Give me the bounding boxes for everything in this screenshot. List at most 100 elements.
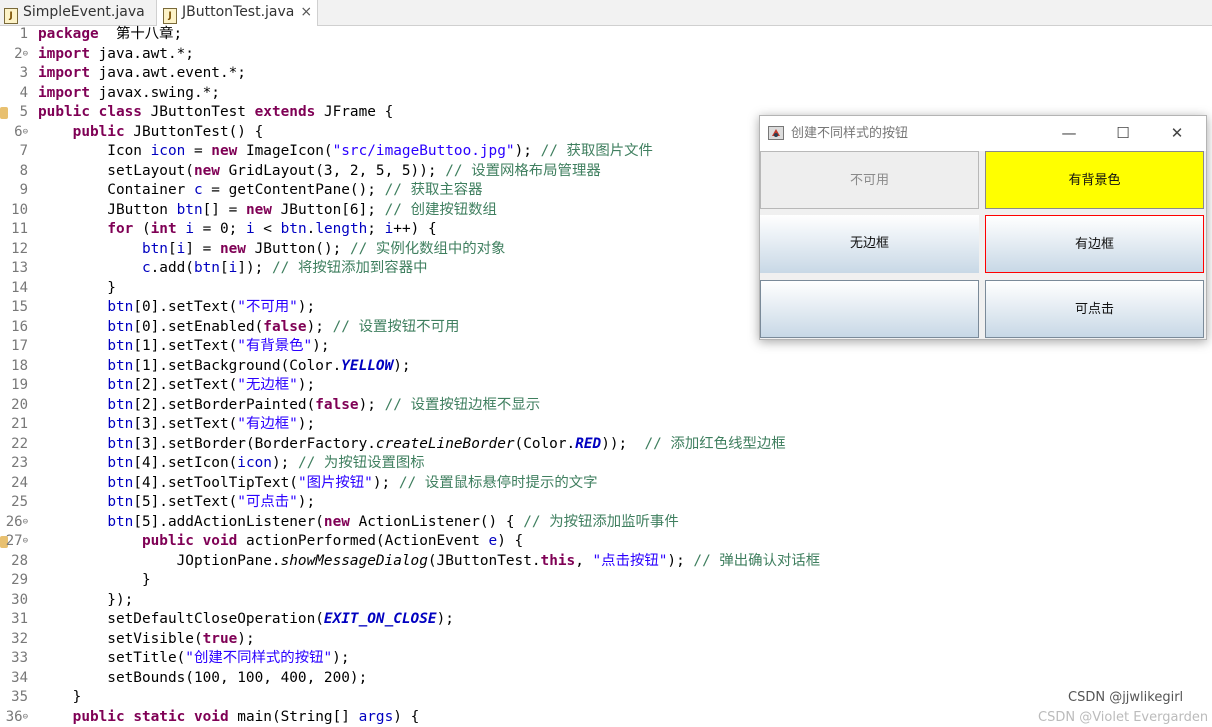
line-number: 2⊖ (0, 45, 28, 65)
line-number: 33 (0, 649, 28, 669)
line-number: 15 (0, 298, 28, 318)
code-line: 36⊖ public static void main(String[] arg… (0, 708, 1212, 727)
background-color-button[interactable]: 有背景色 (985, 151, 1204, 209)
code-token: [5].addActionListener( (133, 514, 324, 530)
code-text: c.add(btn[i]); // 将按钮添加到容器中 (38, 259, 427, 279)
line-number: 12 (0, 240, 28, 260)
line-number: 16 (0, 318, 28, 338)
code-token (38, 299, 107, 315)
code-line: 35 } (0, 688, 1212, 708)
line-number: 21 (0, 415, 28, 435)
close-button[interactable]: ✕ (1154, 116, 1200, 151)
code-text: btn[2].setText("无边框"); (38, 376, 315, 396)
line-number: 28 (0, 552, 28, 572)
line-number: 30 (0, 591, 28, 611)
code-text: public void actionPerformed(ActionEvent … (38, 532, 523, 552)
code-token: [1].setText( (133, 338, 237, 354)
code-token: i (185, 221, 194, 237)
code-token: i (385, 221, 394, 237)
code-token: i (246, 221, 255, 237)
fold-toggle-icon[interactable]: ⊖ (23, 517, 28, 527)
code-line: 4import javax.swing.*; (0, 84, 1212, 104)
code-token (38, 377, 107, 393)
watermark-secondary: CSDN @Violet Evergarden (1038, 710, 1208, 725)
code-text: btn[0].setEnabled(false); // 设置按钮不可用 (38, 318, 459, 338)
code-token (38, 397, 107, 413)
code-token: JFrame { (315, 104, 393, 120)
no-border-button[interactable]: 无边框 (760, 215, 979, 273)
maximize-button[interactable]: ☐ (1100, 116, 1146, 151)
code-line: 18 btn[1].setBackground(Color.YELLOW); (0, 357, 1212, 377)
code-token (38, 475, 107, 491)
code-token: = 0; (194, 221, 246, 237)
code-token: ); (298, 299, 315, 315)
code-token (38, 241, 142, 257)
fold-toggle-icon[interactable]: ⊖ (23, 49, 28, 59)
code-token: JOptionPane. (38, 553, 281, 569)
code-text: setDefaultCloseOperation(EXIT_ON_CLOSE); (38, 610, 454, 630)
image-button[interactable] (760, 280, 979, 338)
code-text: JOptionPane.showMessageDialog(JButtonTes… (38, 552, 820, 572)
fold-toggle-icon[interactable]: ⊖ (23, 127, 28, 137)
java-cup-icon (768, 126, 784, 140)
code-token: new (194, 163, 220, 179)
code-token: btn (107, 494, 133, 510)
code-line: 21 btn[3].setText("有边框"); (0, 415, 1212, 435)
code-token: btn (194, 260, 220, 276)
code-line: 30 }); (0, 591, 1212, 611)
code-token: ; (367, 221, 384, 237)
code-token: btn (107, 455, 133, 471)
code-token: icon (237, 455, 272, 471)
code-token: (Color. (515, 436, 576, 452)
code-token: static (133, 709, 185, 725)
close-tab-icon[interactable]: × (300, 4, 312, 20)
clickable-button[interactable]: 可点击 (985, 280, 1204, 338)
code-token: btn (281, 221, 307, 237)
code-token: .add( (151, 260, 194, 276)
code-token: actionPerformed(ActionEvent (237, 533, 488, 549)
code-token: RED (575, 436, 601, 452)
red-border-button[interactable]: 有边框 (985, 215, 1204, 273)
fold-toggle-icon[interactable]: ⊖ (23, 712, 28, 722)
code-token: // 设置按钮边框不显示 (385, 397, 541, 413)
code-token: // 设置按钮不可用 (333, 319, 460, 335)
code-line: 3import java.awt.event.*; (0, 64, 1212, 84)
window-title-bar[interactable]: 创建不同样式的按钮 — ☐ ✕ (760, 116, 1206, 151)
code-text: setTitle("创建不同样式的按钮"); (38, 649, 349, 669)
editor-tab-bar: JSimpleEvent.java J JButtonTest.java × (0, 0, 1212, 26)
code-token: ); (272, 455, 298, 471)
tab-label: JButtonTest.java (182, 4, 294, 20)
code-token (38, 416, 107, 432)
java-file-icon: J (4, 8, 18, 24)
code-token: setVisible( (38, 631, 203, 647)
code-token: 第十八章; (99, 26, 183, 42)
code-token: [3].setBorder(BorderFactory. (133, 436, 376, 452)
code-token: // 实例化数组中的对象 (350, 241, 506, 257)
code-token: icon (151, 143, 186, 159)
minimize-button[interactable]: — (1046, 116, 1092, 151)
code-text: import java.awt.event.*; (38, 64, 246, 84)
code-token: public (73, 709, 125, 725)
line-number: 22 (0, 435, 28, 455)
code-text: btn[3].setText("有边框"); (38, 415, 315, 435)
code-token: setTitle( (38, 650, 185, 666)
code-token: Container (38, 182, 194, 198)
tab-jbutton-test[interactable]: JJButtonTest.java× (156, 0, 318, 26)
code-token: // 设置网格布局管理器 (445, 163, 601, 179)
code-token: btn (107, 377, 133, 393)
code-line: 34 setBounds(100, 100, 400, 200); (0, 669, 1212, 689)
code-text: setLayout(new GridLayout(3, 2, 5, 5)); /… (38, 162, 601, 182)
code-token: [ (220, 260, 229, 276)
code-token: ); (298, 416, 315, 432)
tab-simple-event[interactable]: JSimpleEvent.java (4, 0, 152, 25)
code-token: setLayout( (38, 163, 194, 179)
code-line: 33 setTitle("创建不同样式的按钮"); (0, 649, 1212, 669)
code-token (38, 533, 142, 549)
code-token: "无边框" (237, 377, 298, 393)
fold-toggle-icon[interactable]: ⊖ (23, 536, 28, 546)
code-token: ); (312, 338, 329, 354)
code-line: 31 setDefaultCloseOperation(EXIT_ON_CLOS… (0, 610, 1212, 630)
code-token: < (255, 221, 281, 237)
code-token: btn (107, 319, 133, 335)
code-token: // 获取主容器 (385, 182, 483, 198)
